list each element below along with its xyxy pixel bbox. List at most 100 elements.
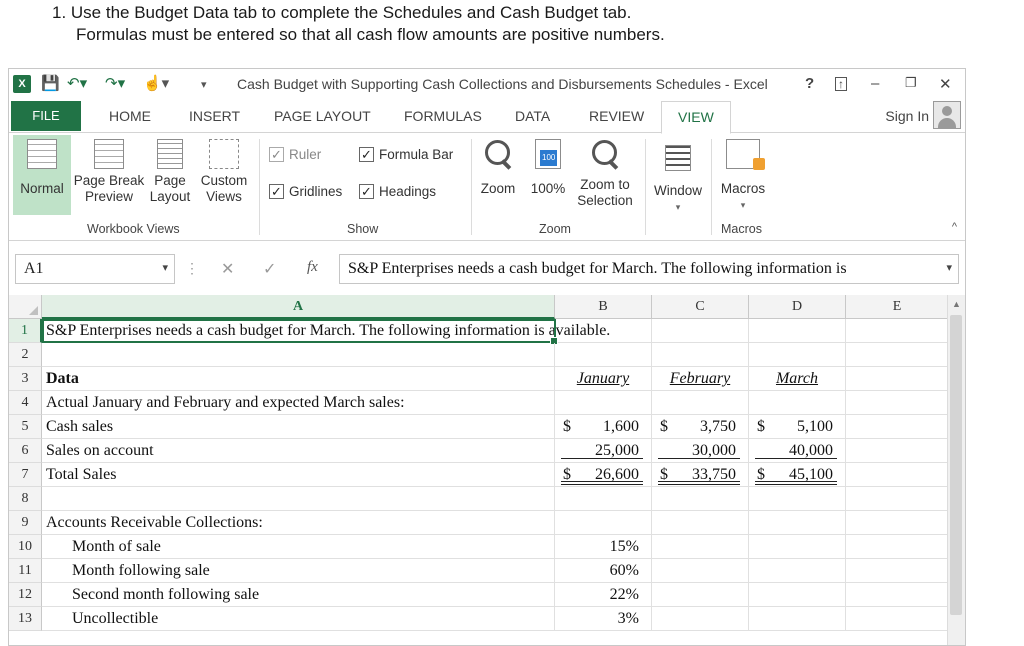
cell-b11[interactable]: 60%: [555, 559, 652, 583]
vertical-scrollbar[interactable]: ▲: [947, 295, 965, 645]
cell-a12[interactable]: Second month following sale: [42, 583, 555, 607]
row-header[interactable]: 8: [9, 487, 42, 511]
cell-c4[interactable]: [652, 391, 749, 415]
cell-a11[interactable]: Month following sale: [42, 559, 555, 583]
ruler-checkbox[interactable]: ✓ Ruler: [269, 147, 321, 162]
row-header[interactable]: 4: [9, 391, 42, 415]
cell-c10[interactable]: [652, 535, 749, 559]
tab-formulas[interactable]: FORMULAS: [404, 108, 482, 124]
row-header[interactable]: 2: [9, 343, 42, 367]
cell-d12[interactable]: [749, 583, 846, 607]
cell-e1[interactable]: [846, 319, 949, 343]
expand-formula-bar-icon[interactable]: ▾: [946, 261, 952, 274]
cell-a2[interactable]: [42, 343, 555, 367]
tab-insert[interactable]: INSERT: [189, 108, 240, 124]
tab-home[interactable]: HOME: [109, 108, 151, 124]
cell-d8[interactable]: [749, 487, 846, 511]
cell-d11[interactable]: [749, 559, 846, 583]
row-header[interactable]: 11: [9, 559, 42, 583]
page-layout-view-button[interactable]: Page Layout: [147, 135, 193, 205]
row-header[interactable]: 9: [9, 511, 42, 535]
row-header[interactable]: 10: [9, 535, 42, 559]
window-button[interactable]: Window ▾: [649, 135, 707, 215]
cell-c3[interactable]: February: [652, 367, 749, 391]
cell-e13[interactable]: [846, 607, 949, 631]
cell-d10[interactable]: [749, 535, 846, 559]
cell-b12[interactable]: 22%: [555, 583, 652, 607]
close-icon[interactable]: ✕: [939, 75, 952, 93]
page-break-preview-button[interactable]: Page Break Preview: [73, 135, 145, 205]
help-icon[interactable]: ?: [805, 75, 814, 92]
tab-page-layout[interactable]: PAGE LAYOUT: [274, 108, 371, 124]
column-header-d[interactable]: D: [749, 295, 846, 319]
redo-icon[interactable]: ↷▾: [105, 74, 125, 92]
cell-b7[interactable]: $26,600: [555, 463, 652, 487]
cell-d13[interactable]: [749, 607, 846, 631]
cell-c5[interactable]: $3,750: [652, 415, 749, 439]
cell-e11[interactable]: [846, 559, 949, 583]
cell-e9[interactable]: [846, 511, 949, 535]
enter-icon[interactable]: ✓: [263, 259, 276, 279]
sign-in-link[interactable]: Sign In: [885, 108, 929, 124]
cell-b5[interactable]: $1,600: [555, 415, 652, 439]
cell-e4[interactable]: [846, 391, 949, 415]
cell-d2[interactable]: [749, 343, 846, 367]
cancel-icon[interactable]: ✕: [221, 259, 234, 279]
cell-b3[interactable]: January: [555, 367, 652, 391]
cell-e6[interactable]: [846, 439, 949, 463]
cell-e2[interactable]: [846, 343, 949, 367]
scrollbar-thumb[interactable]: [950, 315, 962, 615]
row-header[interactable]: 13: [9, 607, 42, 631]
cell-a6[interactable]: Sales on account: [42, 439, 555, 463]
row-header[interactable]: 6: [9, 439, 42, 463]
cell-c9[interactable]: [652, 511, 749, 535]
cell-b13[interactable]: 3%: [555, 607, 652, 631]
cell-a1[interactable]: S&P Enterprises needs a cash budget for …: [42, 319, 610, 343]
cell-d5[interactable]: $5,100: [749, 415, 846, 439]
select-all-button[interactable]: [9, 295, 42, 319]
cell-c12[interactable]: [652, 583, 749, 607]
user-avatar-icon[interactable]: [933, 101, 961, 129]
cell-a13[interactable]: Uncollectible: [42, 607, 555, 631]
column-header-a[interactable]: A: [42, 295, 555, 319]
tab-review[interactable]: REVIEW: [589, 108, 644, 124]
column-header-c[interactable]: C: [652, 295, 749, 319]
cell-d1[interactable]: [749, 319, 846, 343]
cell-a10[interactable]: Month of sale: [42, 535, 555, 559]
name-box[interactable]: A1 ▾: [15, 254, 175, 284]
tab-data[interactable]: DATA: [515, 108, 550, 124]
zoom-button[interactable]: Zoom: [475, 135, 521, 197]
headings-checkbox[interactable]: ✓ Headings: [359, 184, 436, 199]
tab-file[interactable]: FILE: [11, 101, 81, 131]
restore-icon[interactable]: ❐: [905, 75, 917, 91]
cell-e10[interactable]: [846, 535, 949, 559]
gridlines-checkbox[interactable]: ✓ Gridlines: [269, 184, 342, 199]
cell-c6[interactable]: 30,000: [652, 439, 749, 463]
zoom-to-selection-button[interactable]: Zoom to Selection: [571, 135, 639, 209]
cell-d3[interactable]: March: [749, 367, 846, 391]
cell-b6[interactable]: 25,000: [555, 439, 652, 463]
normal-view-button[interactable]: Normal: [13, 135, 71, 215]
macros-button[interactable]: Macros ▾: [715, 135, 771, 213]
collapse-ribbon-icon[interactable]: ^: [952, 221, 957, 233]
cell-b8[interactable]: [555, 487, 652, 511]
cell-e5[interactable]: [846, 415, 949, 439]
cell-c7[interactable]: $33,750: [652, 463, 749, 487]
cell-d4[interactable]: [749, 391, 846, 415]
custom-views-button[interactable]: Custom Views: [197, 135, 251, 205]
cell-d7[interactable]: $45,100: [749, 463, 846, 487]
excel-logo-icon[interactable]: X: [13, 75, 31, 93]
customize-qat-icon[interactable]: ▾: [201, 78, 207, 91]
cell-e3[interactable]: [846, 367, 949, 391]
cell-b10[interactable]: 15%: [555, 535, 652, 559]
formula-bar-checkbox[interactable]: ✓ Formula Bar: [359, 147, 453, 162]
cell-c8[interactable]: [652, 487, 749, 511]
tab-view[interactable]: VIEW: [661, 101, 731, 134]
column-header-e[interactable]: E: [846, 295, 949, 319]
cell-c2[interactable]: [652, 343, 749, 367]
cell-a3[interactable]: Data: [42, 367, 555, 391]
cell-d9[interactable]: [749, 511, 846, 535]
cell-b9[interactable]: [555, 511, 652, 535]
cell-a8[interactable]: [42, 487, 555, 511]
minimize-icon[interactable]: –: [871, 75, 879, 92]
